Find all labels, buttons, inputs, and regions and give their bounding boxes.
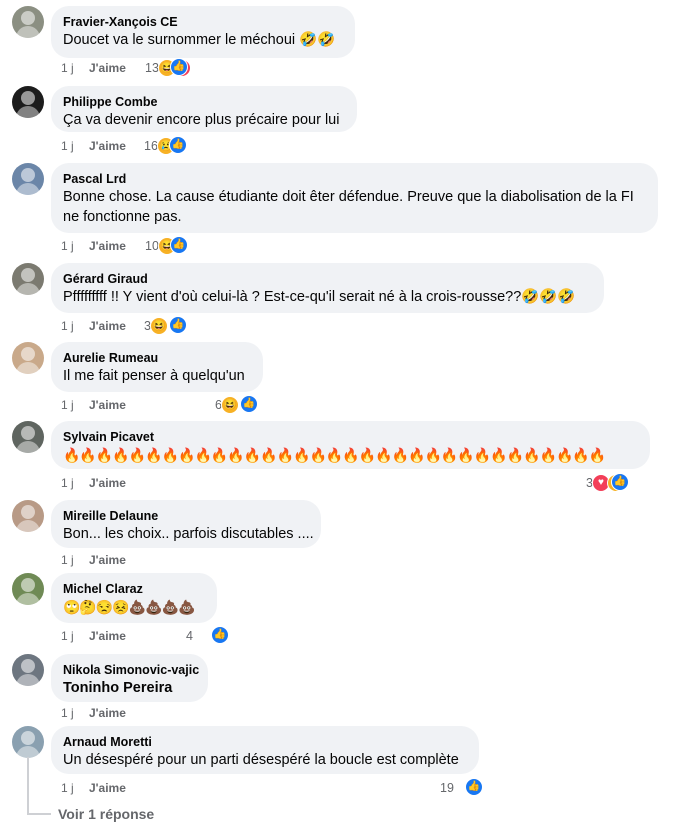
comment-time[interactable]: 1 j [61, 473, 74, 493]
comment-bubble: Mireille Delaune Bon... les choix.. parf… [51, 500, 321, 548]
avatar[interactable] [12, 163, 44, 195]
avatar[interactable] [12, 573, 44, 605]
like-button[interactable]: J'aime [89, 778, 126, 798]
like-icon: 👍 [465, 778, 483, 796]
like-button[interactable]: J'aime [89, 473, 126, 493]
comment-text: Bonne chose. La cause étudiante doit ête… [63, 189, 634, 225]
reaction-summary[interactable]: 3 👍 😆 [144, 316, 187, 336]
comment-actions: 1 j J'aime 3 👍 ♥ 😆 [61, 473, 661, 493]
comment-actions: 1 j J'aime 19 👍 [61, 778, 483, 798]
comment-text: Un désespéré pour un parti désespéré la … [63, 752, 459, 768]
comment-author[interactable]: Arnaud Moretti [63, 734, 467, 750]
reaction-summary[interactable]: 10 👍 😆 [145, 236, 188, 256]
comment-text: Bon... les choix.. parfois discutables .… [63, 526, 314, 542]
avatar[interactable] [12, 6, 44, 38]
reaction-count: 16 [144, 139, 158, 153]
like-button[interactable]: J'aime [89, 236, 126, 256]
like-icon: 👍 [240, 395, 258, 413]
comment-actions: 1 j J'aime 16 👍 😢 [61, 136, 261, 156]
like-icon: 👍 [169, 316, 187, 334]
reaction-summary[interactable]: 4 👍 [186, 626, 229, 646]
comment-text: 🔥🔥🔥🔥🔥🔥🔥🔥🔥🔥🔥🔥🔥🔥🔥🔥🔥🔥🔥🔥🔥🔥🔥🔥🔥🔥🔥🔥🔥🔥🔥🔥🔥 [63, 447, 606, 463]
reaction-summary[interactable]: 19 👍 [440, 778, 483, 798]
like-button[interactable]: J'aime [89, 550, 126, 570]
comment-text: Doucet va le surnommer le méchoui 🤣🤣 [63, 32, 336, 48]
comment-time[interactable]: 1 j [61, 703, 74, 723]
comment-bubble: Michel Claraz 🙄🤔😒😣💩💩💩💩 [51, 573, 217, 623]
avatar[interactable] [12, 86, 44, 118]
like-button[interactable]: J'aime [89, 316, 126, 336]
comment-actions: 1 j J'aime 3 👍 😆 [61, 316, 261, 336]
reply-thread-line [27, 757, 29, 815]
like-icon: 👍 [169, 136, 187, 154]
avatar[interactable] [12, 263, 44, 295]
comment-time[interactable]: 1 j [61, 395, 74, 415]
like-button[interactable]: J'aime [89, 136, 126, 156]
comment-author[interactable]: Fravier-Xançois CE [63, 14, 343, 30]
comment-actions: 1 j J'aime 4 👍 [61, 626, 261, 646]
laughing-icon: 😆 [149, 317, 168, 335]
comment-author[interactable]: Pascal Lrd [63, 171, 646, 187]
comment-text: 🙄🤔😒😣💩💩💩💩 [63, 599, 195, 615]
comment-actions: 1 j J'aime [61, 550, 261, 570]
reaction-count: 19 [440, 781, 454, 795]
comment-bubble: Gérard Giraud Pfffffffff !! Y vient d'où… [51, 263, 604, 313]
avatar[interactable] [12, 726, 44, 758]
comment-bubble: Nikola Simonovic-vajic Toninho Pereira [51, 654, 208, 702]
comment-bubble: Philippe Combe Ça va devenir encore plus… [51, 86, 357, 132]
like-icon: 👍 [170, 236, 188, 254]
comment-author[interactable]: Philippe Combe [63, 94, 345, 110]
comment-author[interactable]: Sylvain Picavet [63, 429, 638, 445]
avatar[interactable] [12, 500, 44, 532]
comment-author[interactable]: Gérard Giraud [63, 271, 592, 287]
comment-time[interactable]: 1 j [61, 236, 74, 256]
reaction-count: 4 [186, 629, 193, 643]
like-icon: 👍 [611, 473, 629, 491]
comment-time[interactable]: 1 j [61, 58, 74, 78]
comment-author[interactable]: Michel Claraz [63, 581, 205, 597]
reaction-summary[interactable]: 16 👍 😢 [144, 136, 187, 156]
comment-author[interactable]: Nikola Simonovic-vajic [63, 662, 199, 678]
comment-actions: 1 j J'aime 6 👍 😆 [61, 395, 321, 415]
like-button[interactable]: J'aime [89, 626, 126, 646]
reaction-summary[interactable]: 13 👍 😆 ♥ [145, 58, 191, 78]
like-icon: 👍 [170, 58, 188, 76]
avatar[interactable] [12, 421, 44, 453]
reply-thread-connector [27, 813, 51, 815]
comment-actions: 1 j J'aime [61, 703, 261, 723]
tagged-user-link[interactable]: Toninho Pereira [63, 678, 196, 698]
reaction-count: 13 [145, 61, 159, 75]
comment-time[interactable]: 1 j [61, 550, 74, 570]
comment-text: Ça va devenir encore plus précaire pour … [63, 112, 340, 128]
comment-time[interactable]: 1 j [61, 316, 74, 336]
comment-bubble: Arnaud Moretti Un désespéré pour un part… [51, 726, 479, 774]
comment-bubble: Pascal Lrd Bonne chose. La cause étudian… [51, 163, 658, 233]
like-icon: 👍 [211, 626, 229, 644]
like-button[interactable]: J'aime [89, 703, 126, 723]
comment-actions: 1 j J'aime 10 👍 😆 [61, 236, 261, 256]
like-button[interactable]: J'aime [89, 395, 126, 415]
comment-actions: 1 j J'aime 13 👍 😆 ♥ [61, 58, 261, 78]
comment-text: Pfffffffff !! Y vient d'où celui-là ? Es… [63, 289, 576, 305]
comment-bubble: Fravier-Xançois CE Doucet va le surnomme… [51, 6, 355, 58]
comment-time[interactable]: 1 j [61, 778, 74, 798]
comment-author[interactable]: Mireille Delaune [63, 508, 309, 524]
comment-bubble: Aurelie Rumeau Il me fait penser à quelq… [51, 342, 263, 392]
comment-author[interactable]: Aurelie Rumeau [63, 350, 251, 366]
reaction-count: 10 [145, 239, 159, 253]
reaction-summary[interactable]: 3 👍 ♥ 😆 [586, 473, 629, 493]
avatar[interactable] [12, 342, 44, 374]
reaction-summary[interactable]: 6 👍 😆 [215, 395, 258, 415]
laughing-icon: 😆 [220, 396, 239, 414]
avatar[interactable] [12, 654, 44, 686]
comment-text: Il me fait penser à quelqu'un [63, 368, 245, 384]
view-replies-link[interactable]: Voir 1 réponse [58, 806, 154, 822]
comment-time[interactable]: 1 j [61, 626, 74, 646]
comment-time[interactable]: 1 j [61, 136, 74, 156]
comment-bubble: Sylvain Picavet 🔥🔥🔥🔥🔥🔥🔥🔥🔥🔥🔥🔥🔥🔥🔥🔥🔥🔥🔥🔥🔥🔥🔥🔥… [51, 421, 650, 469]
like-button[interactable]: J'aime [89, 58, 126, 78]
